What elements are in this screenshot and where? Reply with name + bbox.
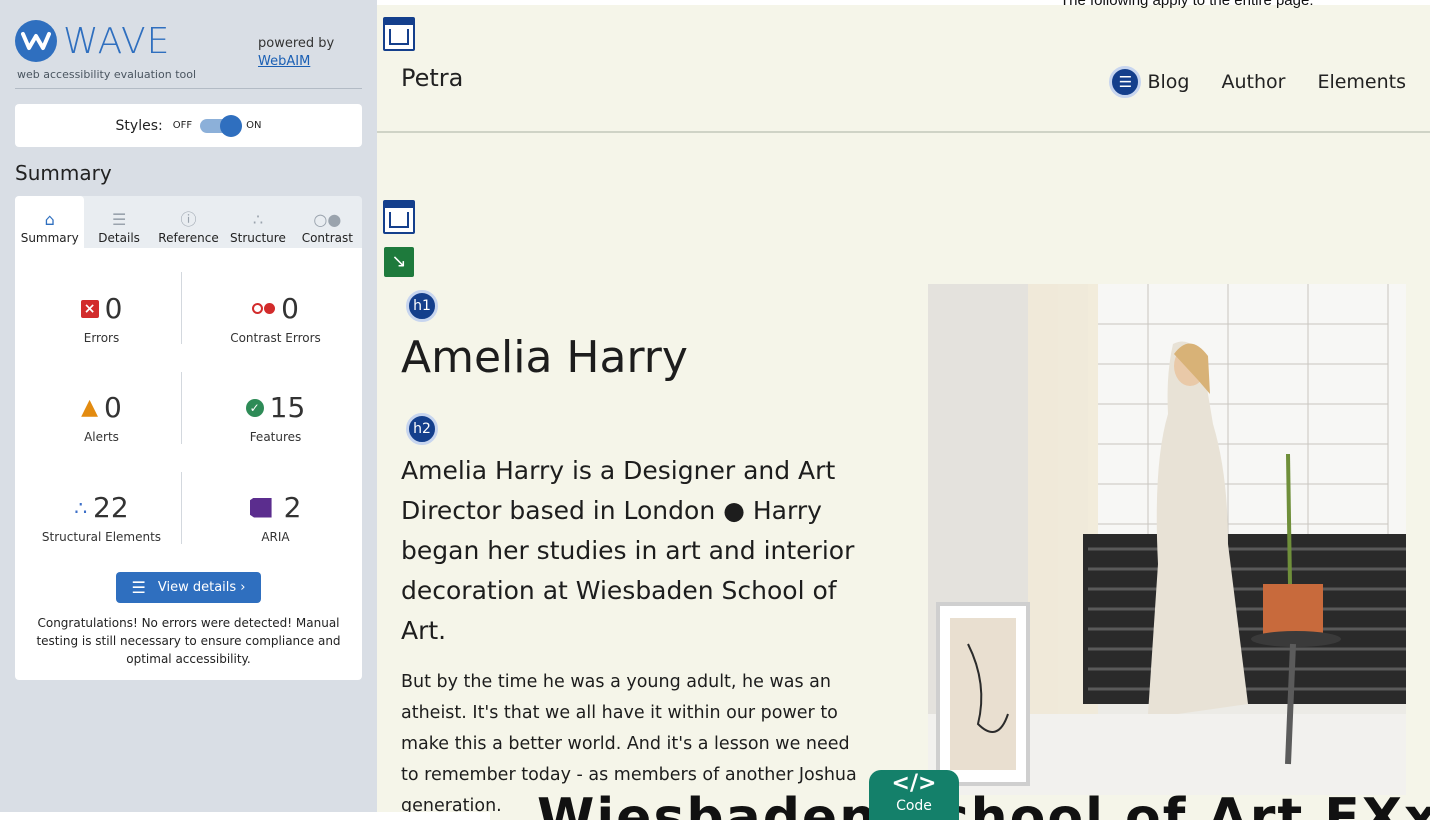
toggle-off-label: OFF: [172, 120, 193, 131]
page-level-note: The following apply to the entire page:: [1060, 0, 1314, 9]
aria-label: ARIA: [261, 530, 290, 544]
stat-errors[interactable]: × 0 Errors: [15, 292, 188, 345]
wave-tagline: web accessibility evaluation tool: [17, 68, 197, 81]
wave-sidebar: WAVE web accessibility evaluation tool p…: [0, 0, 377, 820]
contrast-error-icon: [252, 303, 276, 314]
webaim-link[interactable]: WebAIM: [258, 53, 334, 71]
stat-separator: [181, 372, 182, 444]
hero-intro: Amelia Harry is a Designer and Art Direc…: [401, 456, 855, 645]
list-icon: ☰: [131, 578, 146, 597]
stat-separator: [181, 472, 182, 544]
unordered-list-icon[interactable]: ☰: [1109, 66, 1142, 98]
stat-alerts[interactable]: ▲ 0 Alerts: [15, 391, 188, 444]
hero-title: Amelia Harry: [401, 332, 688, 383]
alerts-count: 0: [104, 391, 122, 424]
tab-details[interactable]: ☰ Details: [84, 196, 153, 248]
nav-item-blog[interactable]: Blog: [1147, 71, 1189, 93]
portrait-image: [928, 284, 1406, 795]
nav-item-author[interactable]: Author: [1221, 71, 1285, 93]
structure-icon: ∴: [74, 495, 88, 520]
view-details-button[interactable]: ☰ View details ›: [116, 572, 261, 603]
site-nav: ☰ Blog Author Elements: [1109, 66, 1406, 98]
stat-contrast-errors[interactable]: 0 Contrast Errors: [189, 292, 362, 345]
bottom-cutoff-heading: Wiesbaden School of Art EXx: [537, 792, 1430, 820]
header-divider: [377, 131, 1430, 133]
contrast-errors-count: 0: [281, 292, 299, 325]
tab-label: Contrast: [301, 231, 353, 245]
features-count: 15: [269, 391, 306, 424]
site-brand[interactable]: Petra: [401, 64, 463, 92]
aria-icon: [249, 497, 272, 518]
stat-structural[interactable]: ∴ 22 Structural Elements: [15, 491, 188, 544]
tab-summary[interactable]: ⌂ Summary: [15, 196, 85, 248]
stat-features[interactable]: ✓ 15 Features: [189, 391, 362, 444]
tab-label: Details: [98, 231, 140, 245]
alert-icon: ▲: [81, 395, 99, 420]
wave-tabs: ⌂ Summary ☰ Details ⓘ Reference ∴ Struct…: [15, 196, 362, 248]
tab-label: Reference: [158, 231, 219, 245]
divider: [15, 88, 362, 89]
powered-by: powered by WebAIM: [258, 35, 334, 71]
list-icon: ☰: [111, 210, 127, 229]
main-region-icon[interactable]: [383, 200, 415, 234]
congratulations-message: Congratulations! No errors were detected…: [36, 616, 341, 666]
wave-logo[interactable]: WAVE: [15, 20, 170, 62]
skip-link-icon[interactable]: ↘: [384, 247, 414, 277]
tab-structure[interactable]: ∴ Structure: [223, 196, 292, 248]
code-icon: </>: [891, 771, 937, 796]
bottom-strip: [0, 812, 490, 820]
h1-badge-icon[interactable]: h1: [406, 290, 438, 322]
tab-contrast[interactable]: ○● Contrast: [293, 196, 362, 248]
contrast-icon: ○●: [313, 210, 342, 229]
hierarchy-icon: ∴: [252, 210, 264, 229]
code-label: Code: [896, 798, 932, 814]
home-icon: ⌂: [44, 210, 55, 229]
structural-label: Structural Elements: [41, 530, 162, 544]
wave-logo-text: WAVE: [63, 20, 171, 62]
alerts-label: Alerts: [84, 430, 119, 444]
features-label: Features: [249, 430, 302, 444]
styles-label: Styles:: [115, 117, 163, 134]
view-details-label: View details ›: [157, 580, 246, 595]
nav-item-elements[interactable]: Elements: [1317, 71, 1406, 93]
toggle-knob[interactable]: [220, 114, 243, 137]
feature-check-icon: ✓: [245, 398, 264, 417]
summary-panel: × 0 Errors 0 Contrast Errors ▲ 0 Alerts …: [15, 248, 362, 680]
errors-label: Errors: [83, 331, 120, 345]
contrast-errors-label: Contrast Errors: [230, 331, 321, 345]
errors-count: 0: [104, 292, 123, 325]
powered-by-label: powered by: [258, 36, 335, 51]
info-icon: ⓘ: [180, 210, 197, 229]
stat-separator: [181, 272, 182, 344]
tab-label: Structure: [230, 231, 286, 245]
toggle-on-label: ON: [246, 120, 262, 131]
structural-count: 22: [93, 491, 129, 524]
aria-count: 2: [283, 491, 302, 524]
error-icon: ×: [80, 299, 99, 318]
styles-toggle-box: Styles: OFF ON: [15, 104, 362, 147]
wave-logo-icon: [15, 20, 57, 62]
stat-aria[interactable]: 2 ARIA: [189, 491, 362, 544]
tab-reference[interactable]: ⓘ Reference: [154, 196, 223, 248]
h2-badge-icon[interactable]: h2: [406, 413, 438, 445]
code-button[interactable]: </> Code: [869, 770, 959, 820]
summary-heading: Summary: [15, 161, 112, 185]
header-region-icon[interactable]: [383, 17, 415, 51]
tab-label: Summary: [20, 231, 79, 245]
page-content: The following apply to the entire page: …: [0, 0, 1430, 820]
styles-toggle[interactable]: [200, 114, 243, 137]
